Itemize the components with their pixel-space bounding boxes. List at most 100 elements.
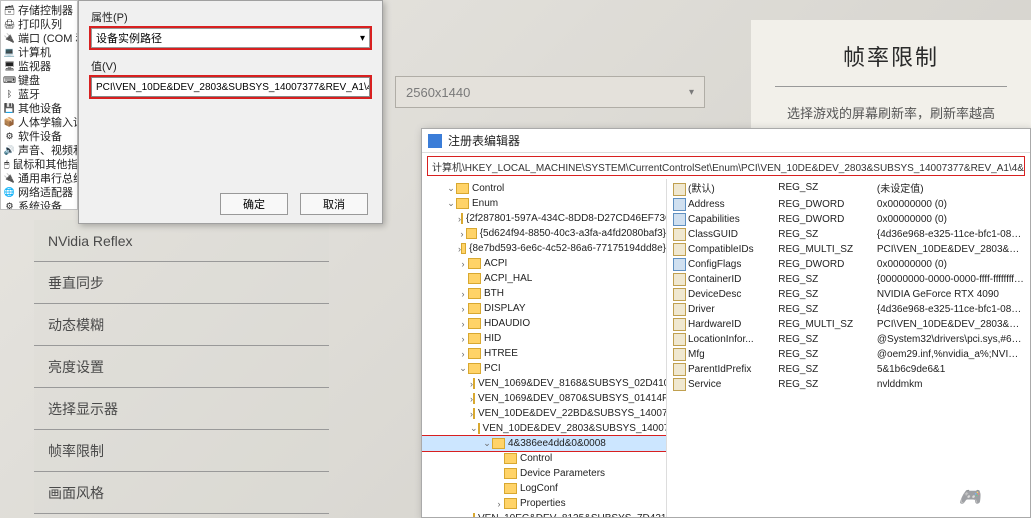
device-tree-item[interactable]: 💾其他设备 [1, 101, 77, 115]
setting-row[interactable]: 亮度设置 [34, 346, 329, 388]
setting-row[interactable]: 动态模糊 [34, 304, 329, 346]
setting-row[interactable]: 帧率限制 [34, 430, 329, 472]
registry-path-bar[interactable]: 计算机\HKEY_LOCAL_MACHINE\SYSTEM\CurrentCon… [427, 156, 1025, 176]
registry-value-row[interactable]: DeviceDescREG_SZNVIDIA GeForce RTX 4090 [667, 287, 1030, 302]
setting-row[interactable]: 画面风格 [34, 472, 329, 514]
expand-icon[interactable]: ⌄ [458, 363, 468, 374]
device-tree-item[interactable]: 🔊声音、视频和游戏控制器 [1, 143, 77, 157]
ok-button[interactable]: 确定 [220, 193, 288, 215]
device-tree-item[interactable]: 🗃存储控制器 [1, 3, 77, 17]
expand-icon[interactable]: › [458, 304, 468, 314]
device-icon: ⌨ [4, 75, 15, 86]
divider [775, 86, 1007, 87]
setting-row[interactable]: NVidia Reflex [34, 220, 329, 262]
chevron-down-icon: ▾ [360, 33, 365, 44]
setting-row[interactable]: 垂直同步 [34, 262, 329, 304]
property-combo[interactable]: 设备实例路径 ▾ [91, 28, 370, 48]
registry-tree-node[interactable]: ›{5d624f94-8850-40c3-a3fa-a4fd2080baf3} [422, 226, 666, 241]
folder-icon [473, 393, 475, 404]
expand-icon[interactable]: › [458, 259, 468, 269]
value-type-icon [673, 348, 686, 361]
expand-icon[interactable]: › [458, 289, 468, 299]
registry-tree-node[interactable]: ›HDAUDIO [422, 316, 666, 331]
device-tree-item[interactable]: 🔌通用串行总线控制器 [1, 171, 77, 185]
device-tree-item[interactable]: 🖱鼠标和其他指针设备 [1, 157, 77, 171]
device-tree-item[interactable]: 🌐网络适配器 [1, 185, 77, 199]
registry-tree-node[interactable]: ⌄Control [422, 181, 666, 196]
registry-tree-node[interactable]: ›HID [422, 331, 666, 346]
folder-icon [473, 378, 475, 389]
folder-icon [468, 363, 481, 374]
registry-value-row[interactable]: ConfigFlagsREG_DWORD0x00000000 (0) [667, 257, 1030, 272]
expand-icon[interactable]: › [494, 499, 504, 509]
registry-tree-node[interactable]: ACPI_HAL [422, 271, 666, 286]
registry-value-row[interactable]: CompatibleIDsREG_MULTI_SZPCI\VEN_10DE&DE… [667, 242, 1030, 257]
registry-tree-node[interactable]: ⌄4&386ee4dd&0&0008 [422, 436, 666, 451]
expand-icon[interactable]: › [458, 229, 466, 239]
registry-value-row[interactable]: LocationInfor...REG_SZ@System32\drivers\… [667, 332, 1030, 347]
expand-icon[interactable]: › [458, 334, 468, 344]
setting-row[interactable]: 选择显示器 [34, 388, 329, 430]
registry-tree[interactable]: ⌄Control⌄Enum›{2f287801-597A-434C-8DD8-D… [422, 179, 667, 517]
registry-tree-node[interactable]: ›{2f287801-597A-434C-8DD8-D27CD46EF73C} [422, 211, 666, 226]
value-type-icon [673, 378, 686, 391]
registry-tree-node[interactable]: ›VEN_1069&DEV_8168&SUBSYS_02D41014&REV_1… [422, 376, 666, 391]
registry-tree-node[interactable]: ›BTH [422, 286, 666, 301]
resolution-dropdown[interactable]: 2560x1440 ▾ [395, 76, 705, 108]
expand-icon[interactable]: › [458, 319, 468, 329]
device-path-value[interactable]: PCI\VEN_10DE&DEV_2803&SUBSYS_14007377&RE… [91, 77, 370, 97]
device-tree-item[interactable]: ⌨键盘 [1, 73, 77, 87]
device-tree-item[interactable]: 📦人体学输入设备 [1, 115, 77, 129]
registry-value-row[interactable]: ContainerIDREG_SZ{00000000-0000-0000-fff… [667, 272, 1030, 287]
regedit-icon [428, 134, 442, 148]
registry-value-row[interactable]: (默认)REG_SZ(未设定值) [667, 179, 1030, 197]
registry-tree-node[interactable]: ›DISPLAY [422, 301, 666, 316]
registry-tree-node[interactable]: ›VEN_10DE&DEV_22BD&SUBSYS_14007377&REV_A… [422, 406, 666, 421]
registry-tree-node[interactable]: ›ACPI [422, 256, 666, 271]
device-icon: 🖥 [4, 61, 15, 72]
registry-tree-node[interactable]: LogConf [422, 481, 666, 496]
device-tree-item[interactable]: ⚙系统设备 [1, 199, 77, 210]
registry-value-row[interactable]: AddressREG_DWORD0x00000000 (0) [667, 197, 1030, 212]
registry-value-row[interactable]: MfgREG_SZ@oem29.inf,%nvidia_a%;NVIDIA [667, 347, 1030, 362]
folder-icon [473, 408, 475, 419]
expand-icon[interactable]: ⌄ [470, 423, 478, 434]
device-icon: ⚙ [4, 201, 15, 211]
registry-tree-node[interactable]: ›VEN_10EC&DEV_8125&SUBSYS_7D421462&REV_0… [422, 511, 666, 517]
value-type-icon [673, 318, 686, 331]
value-type-icon [673, 273, 686, 286]
registry-tree-node[interactable]: ›HTREE [422, 346, 666, 361]
registry-value-row[interactable]: DriverREG_SZ{4d36e968-e325-11ce-bfc1-080… [667, 302, 1030, 317]
registry-value-row[interactable]: HardwareIDREG_MULTI_SZPCI\VEN_10DE&DEV_2… [667, 317, 1030, 332]
registry-value-row[interactable]: CapabilitiesREG_DWORD0x00000000 (0) [667, 212, 1030, 227]
cancel-button[interactable]: 取消 [300, 193, 368, 215]
registry-tree-node[interactable]: ›{8e7bd593-6e6c-4c52-86a6-77175194dd8e} [422, 241, 666, 256]
value-type-icon [673, 183, 686, 196]
expand-icon[interactable]: ⌄ [446, 198, 456, 209]
registry-tree-node[interactable]: Device Parameters [422, 466, 666, 481]
device-icon: 💾 [4, 103, 15, 114]
registry-tree-node[interactable]: ⌄VEN_10DE&DEV_2803&SUBSYS_14007377&REV_A… [422, 421, 666, 436]
registry-value-row[interactable]: ParentIdPrefixREG_SZ5&1b6c9de6&1 [667, 362, 1030, 377]
registry-value-row[interactable]: ServiceREG_SZnvlddmkm [667, 377, 1030, 392]
registry-tree-node[interactable]: ⌄PCI [422, 361, 666, 376]
device-tree-item[interactable]: 🔌端口 (COM 和 LPT) [1, 31, 77, 45]
expand-icon[interactable]: ⌄ [446, 183, 456, 194]
property-label: 属性(P) [91, 9, 370, 25]
expand-icon[interactable]: › [458, 349, 468, 359]
device-tree-item[interactable]: 🖨打印队列 [1, 17, 77, 31]
device-tree-item[interactable]: ᛒ蓝牙 [1, 87, 77, 101]
registry-values-pane[interactable]: (默认)REG_SZ(未设定值)AddressREG_DWORD0x000000… [667, 179, 1030, 517]
registry-tree-node[interactable]: ⌄Enum [422, 196, 666, 211]
device-icon: 🖱 [4, 159, 9, 170]
device-tree-item[interactable]: 💻计算机 [1, 45, 77, 59]
registry-tree-node[interactable]: ›Properties [422, 496, 666, 511]
registry-tree-node[interactable]: Control [422, 451, 666, 466]
registry-tree-node[interactable]: ›VEN_1069&DEV_0870&SUBSYS_01414F1&REV_10 [422, 391, 666, 406]
expand-icon[interactable]: ⌄ [482, 438, 492, 449]
folder-icon [468, 258, 481, 269]
value-type-icon [673, 333, 686, 346]
device-tree-item[interactable]: ⚙软件设备 [1, 129, 77, 143]
device-tree-item[interactable]: 🖥监视器 [1, 59, 77, 73]
registry-value-row[interactable]: ClassGUIDREG_SZ{4d36e968-e325-11ce-bfc1-… [667, 227, 1030, 242]
